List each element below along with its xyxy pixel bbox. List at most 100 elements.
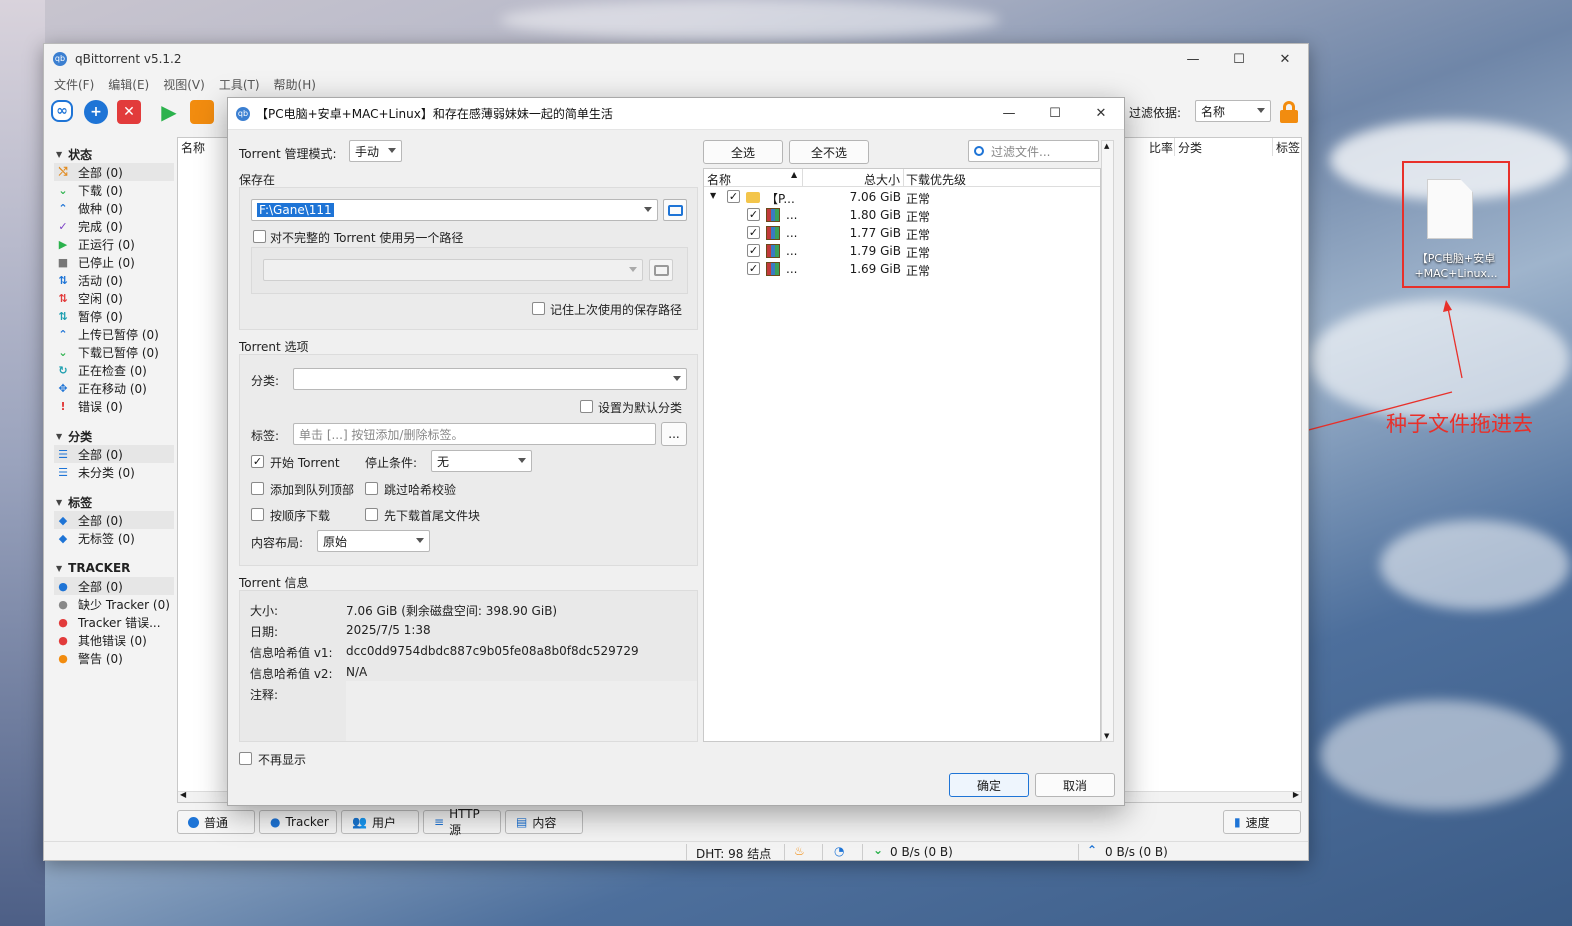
speed-button[interactable]: ▮ 速度	[1223, 810, 1301, 834]
tree-row-folder[interactable]: ▼ ✓ 【P... 7.06 GiB 正常	[704, 188, 1100, 206]
tree-col-name[interactable]: 名称	[707, 171, 731, 188]
collapse-icon[interactable]: ▼	[56, 432, 62, 441]
status-item[interactable]: ■ 已停止 (0)	[54, 253, 174, 271]
minimize-button[interactable]: —	[1170, 44, 1216, 74]
tree-scrollbar[interactable]: ▲ ▼	[1101, 140, 1114, 742]
add-link-icon[interactable]: ∞	[51, 100, 73, 122]
mgmt-mode-combo[interactable]: 手动	[349, 140, 402, 162]
status-item[interactable]: ⌃ 上传已暂停 (0)	[54, 325, 174, 343]
status-header[interactable]: ▼ 状态	[54, 145, 174, 163]
maximize-button[interactable]: ☐	[1216, 44, 1262, 74]
expand-icon[interactable]: ▼	[710, 191, 716, 200]
status-item[interactable]: ! 错误 (0)	[54, 397, 174, 415]
menu-view[interactable]: 视图(V)	[163, 76, 205, 93]
default-category-checkbox[interactable]	[580, 400, 593, 413]
menu-file[interactable]: 文件(F)	[54, 76, 94, 93]
tab-http-sources[interactable]: ≡ HTTP 源	[423, 807, 501, 837]
status-item[interactable]: ▶ 正运行 (0)	[54, 235, 174, 253]
tree-col-size[interactable]: 总大小	[864, 171, 900, 188]
file-priority[interactable]: 正常	[906, 262, 930, 279]
tag-item[interactable]: ◆ 全部 (0)	[54, 511, 174, 529]
collapse-icon[interactable]: ▼	[56, 498, 62, 507]
tab-content[interactable]: ▤ 内容	[505, 810, 583, 834]
menu-edit[interactable]: 编辑(E)	[108, 76, 149, 93]
file-checkbox[interactable]: ✓	[727, 190, 740, 203]
scroll-right-icon[interactable]: ▶	[1293, 790, 1299, 799]
stop-condition-combo[interactable]: 无	[431, 450, 532, 472]
file-checkbox[interactable]: ✓	[747, 226, 760, 239]
scroll-up-icon[interactable]: ▲	[1104, 142, 1109, 150]
filter-files-input[interactable]: 过滤文件...	[968, 140, 1099, 162]
dont-show-checkbox[interactable]	[239, 752, 252, 765]
filter-combo[interactable]: 名称	[1195, 100, 1271, 122]
add-to-top-checkbox[interactable]	[251, 482, 264, 495]
status-item[interactable]: ⤭ 全部 (0)	[54, 163, 174, 181]
skip-hash-checkbox[interactable]	[365, 482, 378, 495]
tracker-item[interactable]: ● 其他错误 (0)	[54, 631, 174, 649]
close-button[interactable]: ✕	[1262, 44, 1308, 74]
tree-row-file[interactable]: ✓... 1.77 GiB 正常	[704, 224, 1100, 242]
status-item[interactable]: ✓ 完成 (0)	[54, 217, 174, 235]
start-torrent-checkbox[interactable]: ✓	[251, 455, 264, 468]
file-checkbox[interactable]: ✓	[747, 208, 760, 221]
scroll-down-icon[interactable]: ▼	[1104, 732, 1109, 740]
lock-icon[interactable]	[1280, 101, 1298, 123]
file-priority[interactable]: 正常	[906, 208, 930, 225]
status-item[interactable]: ⌄ 下载 (0)	[54, 181, 174, 199]
desktop-file-selection[interactable]: 【PC电脑+安卓+MAC+Linux...	[1402, 161, 1510, 288]
tracker-item[interactable]: ● Tracker 错误...	[54, 613, 174, 631]
menu-tools[interactable]: 工具(T)	[219, 76, 260, 93]
tags-input[interactable]: 单击 [...] 按钮添加/删除标签。	[293, 423, 656, 445]
speed-limit-icon[interactable]: ◔	[834, 844, 844, 858]
column-tags[interactable]: 标签	[1273, 138, 1301, 156]
status-item[interactable]: ✥ 正在移动 (0)	[54, 379, 174, 397]
tab-general[interactable]: 普通	[177, 810, 255, 834]
column-category[interactable]: 分类	[1175, 138, 1273, 156]
tags-header[interactable]: ▼ 标签	[54, 493, 174, 511]
dialog-maximize-button[interactable]: ☐	[1032, 98, 1078, 128]
status-item[interactable]: ⇅ 活动 (0)	[54, 271, 174, 289]
start-icon[interactable]: ▶	[157, 100, 181, 124]
column-name[interactable]: 名称	[178, 138, 228, 156]
tracker-header[interactable]: ▼ TRACKER	[54, 559, 174, 577]
select-none-button[interactable]: 全不选	[789, 140, 869, 164]
status-item[interactable]: ⇅ 暂停 (0)	[54, 307, 174, 325]
remember-path-checkbox[interactable]	[532, 302, 545, 315]
tags-edit-button[interactable]: ...	[661, 422, 687, 446]
tracker-item[interactable]: ● 全部 (0)	[54, 577, 174, 595]
menu-help[interactable]: 帮助(H)	[274, 76, 316, 93]
tree-row-file[interactable]: ✓... 1.79 GiB 正常	[704, 242, 1100, 260]
file-priority[interactable]: 正常	[906, 244, 930, 261]
category-header[interactable]: ▼ 分类	[54, 427, 174, 445]
collapse-icon[interactable]: ▼	[56, 150, 62, 159]
category-combo[interactable]	[293, 368, 687, 390]
browse-folder-button[interactable]	[663, 199, 687, 221]
dialog-close-button[interactable]: ✕	[1078, 98, 1124, 128]
status-item[interactable]: ⇅ 空闲 (0)	[54, 289, 174, 307]
cancel-button[interactable]: 取消	[1035, 773, 1115, 797]
dialog-minimize-button[interactable]: —	[986, 98, 1032, 128]
status-item[interactable]: ⌄ 下载已暂停 (0)	[54, 343, 174, 361]
column-ratio[interactable]: 比率	[1146, 138, 1175, 156]
incomplete-path-combo[interactable]	[263, 259, 643, 281]
browse-incomplete-button[interactable]	[649, 259, 673, 281]
collapse-icon[interactable]: ▼	[56, 564, 62, 573]
category-item[interactable]: ☰ 全部 (0)	[54, 445, 174, 463]
tab-peers[interactable]: 👥 用户	[341, 810, 419, 834]
stop-icon[interactable]	[190, 100, 214, 124]
status-item[interactable]: ⌃ 做种 (0)	[54, 199, 174, 217]
tab-tracker[interactable]: ● Tracker	[259, 810, 337, 834]
add-torrent-icon[interactable]: +	[84, 100, 108, 124]
category-item[interactable]: ☰ 未分类 (0)	[54, 463, 174, 481]
ok-button[interactable]: 确定	[949, 773, 1029, 797]
sequential-checkbox[interactable]	[251, 508, 264, 521]
file-priority[interactable]: 正常	[906, 190, 930, 207]
tracker-item[interactable]: ● 警告 (0)	[54, 649, 174, 667]
file-checkbox[interactable]: ✓	[747, 244, 760, 257]
file-checkbox[interactable]: ✓	[747, 262, 760, 275]
first-last-checkbox[interactable]	[365, 508, 378, 521]
scroll-left-icon[interactable]: ◀	[180, 790, 186, 799]
select-all-button[interactable]: 全选	[703, 140, 783, 164]
save-path-combo[interactable]: F:\Gane\111	[251, 199, 658, 221]
flame-icon[interactable]: ♨	[794, 844, 805, 858]
